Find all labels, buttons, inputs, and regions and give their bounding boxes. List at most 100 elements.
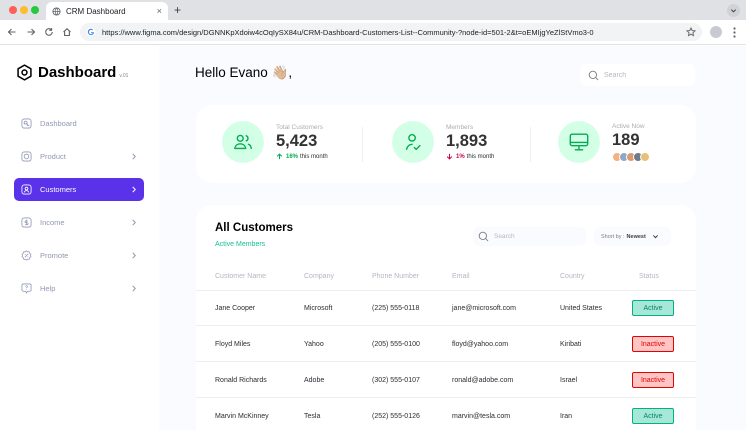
sidebar-item-income[interactable]: Income <box>14 211 144 234</box>
table-row[interactable]: Jane Cooper Microsoft (225) 555-0118 jane@m… <box>196 291 696 326</box>
brand-version: v.01 <box>119 72 129 79</box>
key-icon <box>21 118 32 129</box>
country-cell: Iran <box>560 413 573 420</box>
stat-value: 5,423 <box>276 132 318 150</box>
sidebar-item-dashboard[interactable]: Dashboard <box>14 112 144 135</box>
brand: Dashboard v.01 <box>16 64 128 81</box>
column-header-country[interactable]: Country <box>560 273 585 280</box>
column-header-company[interactable]: Company <box>304 273 334 280</box>
arrow-up-icon <box>276 153 283 160</box>
back-button[interactable] <box>6 26 18 38</box>
reload-icon <box>45 28 53 36</box>
user-tick-icon <box>405 133 421 151</box>
cube-icon <box>21 151 32 162</box>
browser-toolbar: https://www.figma.com/design/DGNNKpXdoiw… <box>0 20 746 45</box>
sort-label: Short by : <box>601 233 625 240</box>
message-question-icon <box>21 283 32 294</box>
stat-change: 1% this month <box>446 153 494 160</box>
country-cell: United States <box>560 305 603 312</box>
column-header-phone-number[interactable]: Phone Number <box>372 273 419 280</box>
column-header-status[interactable]: Status <box>639 273 659 280</box>
tab-close-icon[interactable]: × <box>157 6 162 16</box>
email-cell: jane@microsoft.com <box>452 305 516 312</box>
avatar <box>640 151 650 162</box>
company-cell: Microsoft <box>304 305 333 312</box>
users-icon <box>234 134 252 150</box>
profile-avatar[interactable] <box>710 26 722 38</box>
sidebar-item-label: Customers <box>40 185 77 194</box>
sidebar-item-label: Product <box>40 152 66 161</box>
crm-app: Dashboard v.01 Dashboard Product Custome… <box>0 46 746 430</box>
arrow-left-icon <box>7 28 16 36</box>
stat-active-now: Active Now 189 <box>558 121 650 163</box>
monitor-icon <box>569 133 589 151</box>
reload-button[interactable] <box>43 26 55 38</box>
sidebar-item-promote[interactable]: Promote <box>14 244 144 267</box>
stat-value: 1,893 <box>446 132 488 150</box>
new-tab-button[interactable]: + <box>174 3 181 17</box>
stat-icon-circle <box>392 121 434 163</box>
column-header-email[interactable]: Email <box>452 273 470 280</box>
home-button[interactable] <box>61 26 73 38</box>
status-badge: Active <box>632 300 674 316</box>
google-icon <box>86 27 96 37</box>
close-window-button[interactable] <box>9 6 17 14</box>
sidebar-item-product[interactable]: Product <box>14 145 144 168</box>
customer-name-cell: Marvin McKinney <box>215 413 269 420</box>
status-badge: Inactive <box>632 372 674 388</box>
table-row[interactable]: Ronald Richards Adobe (302) 555-0107 ronald… <box>196 363 696 398</box>
browser-menu-button[interactable] <box>730 26 738 38</box>
header-search[interactable] <box>580 64 695 86</box>
greeting-heading: Hello Evano 👋🏼, <box>195 65 293 80</box>
search-icon <box>588 70 599 81</box>
minimize-window-button[interactable] <box>20 6 28 14</box>
brand-title: Dashboard <box>38 64 117 81</box>
address-bar[interactable]: https://www.figma.com/design/DGNNKpXdoiw… <box>80 23 702 41</box>
table-row[interactable]: Marvin McKinney Tesla (252) 555-0126 marvin… <box>196 399 696 430</box>
sidebar-item-customers[interactable]: Customers <box>14 178 144 201</box>
chevron-right-icon <box>130 285 137 292</box>
user-square-icon <box>21 184 32 195</box>
sort-dropdown[interactable]: Short by : Newest <box>594 227 671 246</box>
stat-members: Members 1,893 1% this month <box>392 121 494 163</box>
sidebar-item-help[interactable]: Help <box>14 277 144 300</box>
tab-search-button[interactable] <box>727 4 740 17</box>
table-search[interactable] <box>473 227 586 246</box>
stat-label: Total Customers <box>276 124 323 131</box>
phone-cell: (252) 555-0126 <box>372 413 420 420</box>
table-row[interactable]: Floyd Miles Yahoo (205) 555-0100 floyd@yaho… <box>196 327 696 362</box>
company-cell: Adobe <box>304 377 325 384</box>
sidebar-item-label: Dashboard <box>40 119 77 128</box>
customer-name-cell: Jane Cooper <box>215 305 256 312</box>
country-cell: Kiribati <box>560 341 582 348</box>
stat-icon-circle <box>558 121 600 163</box>
search-icon <box>478 231 489 242</box>
stats-card: Total Customers 5,423 16% this month Mem… <box>196 105 696 183</box>
country-cell: Israel <box>560 377 578 384</box>
stat-divider <box>362 127 363 162</box>
forward-button[interactable] <box>25 26 37 38</box>
phone-cell: (205) 555-0100 <box>372 341 420 348</box>
column-header-customer-name[interactable]: Customer Name <box>215 273 266 280</box>
phone-cell: (225) 555-0118 <box>372 305 420 312</box>
bookmark-star-icon[interactable] <box>686 27 696 37</box>
table-subtitle[interactable]: Active Members <box>215 241 265 248</box>
chevron-right-icon <box>130 219 137 226</box>
company-cell: Yahoo <box>304 341 324 348</box>
sidebar-item-label: Promote <box>40 251 69 260</box>
browser-tab-bar: CRM Dashboard × + <box>0 0 746 20</box>
table-search-input[interactable] <box>494 233 579 240</box>
wallet-icon <box>21 217 32 228</box>
table-title: All Customers <box>215 222 293 234</box>
stat-change-pct: 16% <box>286 153 299 160</box>
chevron-down-icon <box>652 233 659 240</box>
chevron-down-icon <box>730 9 737 13</box>
arrow-down-icon <box>446 153 453 160</box>
stat-change-text: this month <box>300 153 328 160</box>
email-cell: marvin@tesla.com <box>452 413 511 420</box>
kebab-menu-icon <box>732 26 736 38</box>
maximize-window-button[interactable] <box>31 6 39 14</box>
browser-tab[interactable]: CRM Dashboard × <box>46 2 168 20</box>
search-input[interactable] <box>604 71 684 79</box>
stat-icon-circle <box>222 121 264 163</box>
